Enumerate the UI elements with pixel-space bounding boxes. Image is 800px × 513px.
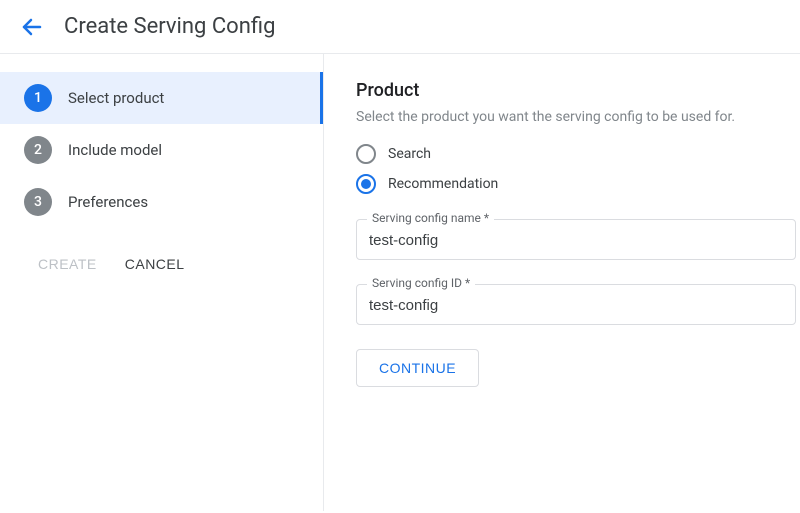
step-include-model[interactable]: 2 Include model <box>0 124 323 176</box>
section-description: Select the product you want the serving … <box>356 109 800 125</box>
cancel-button[interactable]: Cancel <box>125 256 185 272</box>
back-arrow-icon[interactable] <box>20 15 44 39</box>
serving-config-name-field[interactable]: Serving config name * <box>356 219 796 260</box>
step-label: Include model <box>68 141 162 159</box>
section-title: Product <box>356 80 800 101</box>
radio-icon <box>356 174 376 194</box>
page-title: Create Serving Config <box>64 14 275 39</box>
step-number-icon: 3 <box>24 188 52 216</box>
radio-icon <box>356 144 376 164</box>
field-label: Serving config name * <box>367 211 494 225</box>
create-button: Create <box>38 256 97 272</box>
page-header: Create Serving Config <box>0 0 800 54</box>
radio-label: Recommendation <box>388 176 498 192</box>
radio-search[interactable]: Search <box>356 139 800 169</box>
step-select-product[interactable]: 1 Select product <box>0 72 323 124</box>
main-panel: Product Select the product you want the … <box>324 54 800 511</box>
step-number-icon: 2 <box>24 136 52 164</box>
radio-label: Search <box>388 146 431 162</box>
radio-recommendation[interactable]: Recommendation <box>356 169 800 199</box>
field-label: Serving config ID * <box>367 276 475 290</box>
serving-config-name-input[interactable] <box>369 228 783 249</box>
step-number-icon: 1 <box>24 84 52 112</box>
stepper-sidebar: 1 Select product 2 Include model 3 Prefe… <box>0 54 324 511</box>
continue-button[interactable]: Continue <box>356 349 479 387</box>
serving-config-id-input[interactable] <box>369 293 783 314</box>
product-radio-group: Search Recommendation <box>356 139 800 199</box>
step-preferences[interactable]: 3 Preferences <box>0 176 323 228</box>
serving-config-id-field[interactable]: Serving config ID * <box>356 284 796 325</box>
step-label: Preferences <box>68 193 148 211</box>
step-label: Select product <box>68 89 164 107</box>
